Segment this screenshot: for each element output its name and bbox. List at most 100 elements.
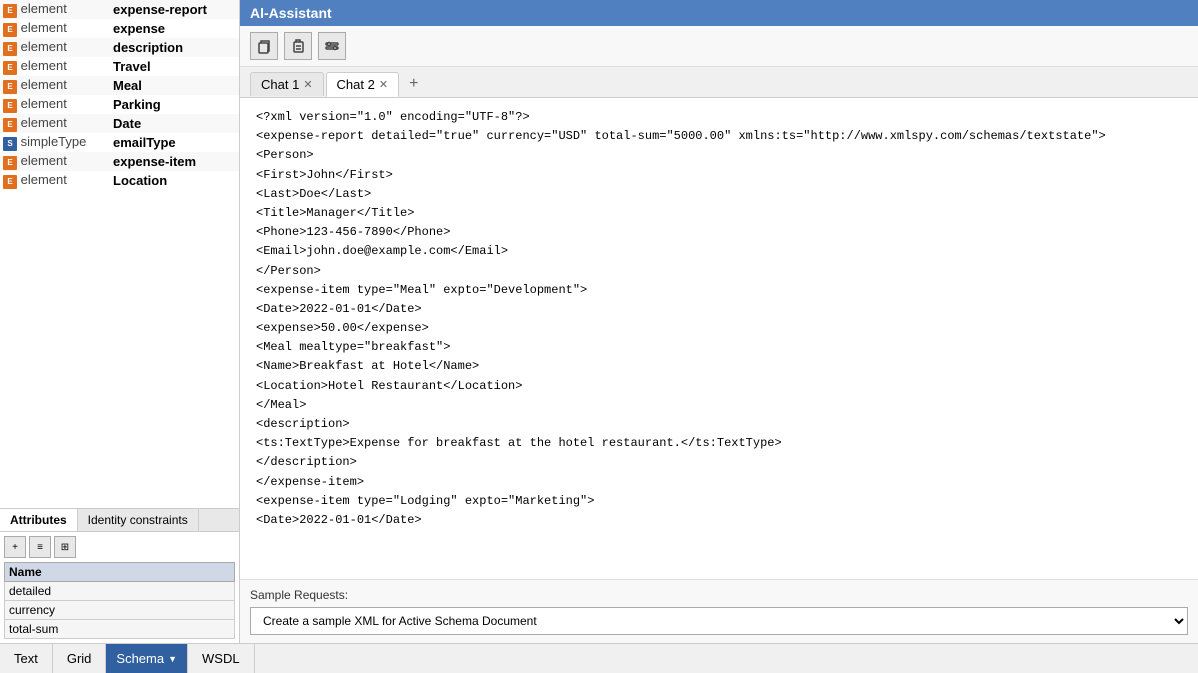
tab-text[interactable]: Text [0,644,53,673]
tree-row[interactable]: E elementexpense-report [0,0,239,19]
xml-line: <Meal mealtype="breakfast"> [256,338,1182,357]
schema-button[interactable]: Schema ▼ [106,644,187,673]
node-icon: S [3,134,17,149]
copy-icon[interactable] [250,32,278,60]
node-icon: E [3,58,17,73]
tree-row-name: expense-item [110,152,239,171]
node-icon: E [3,77,17,92]
tree-row[interactable]: E elementexpense [0,19,239,38]
bottom-tabs: Attributes Identity constraints + ≡ ⊞ Na… [0,508,239,643]
tree-row[interactable]: E elementLocation [0,171,239,190]
tab-chat-1[interactable]: Chat 1 ✕ [250,72,324,96]
sample-requests-label: Sample Requests: [250,588,1188,602]
bottom-tab-headers: Attributes Identity constraints [0,509,239,532]
ai-title: Al-Assistant [250,5,332,21]
xml-line: <ts:TextType>Expense for breakfast at th… [256,434,1182,453]
node-icon: E [3,1,17,16]
xml-line: <expense-report detailed="true" currency… [256,127,1182,146]
xml-line: <Phone>123-456-7890</Phone> [256,223,1182,242]
element-icon: E [3,118,17,132]
xml-line: </expense-item> [256,473,1182,492]
xml-line: </description> [256,453,1182,472]
sample-requests-select[interactable]: Create a sample XML for Active Schema Do… [250,607,1188,635]
node-icon: E [3,96,17,111]
xml-line: <First>John</First> [256,166,1182,185]
ai-content[interactable]: <?xml version="1.0" encoding="UTF-8"?><e… [240,98,1198,579]
tree-row-name: emailType [110,133,239,152]
attr-list-btn[interactable]: ≡ [29,536,51,558]
ai-tabs: Chat 1 ✕ Chat 2 ✕ + [240,67,1198,98]
attr-row-name: total-sum [5,620,235,639]
tree-row[interactable]: E elementexpense-item [0,152,239,171]
node-icon: E [3,153,17,168]
node-icon: E [3,20,17,35]
xml-line: <Name>Breakfast at Hotel</Name> [256,357,1182,376]
xml-line: <expense>50.00</expense> [256,319,1182,338]
ai-toolbar [240,26,1198,67]
tab-chat-2-label: Chat 2 [337,77,375,92]
element-icon: E [3,23,17,37]
tree-table: E elementexpense-reportE elementexpenseE… [0,0,239,190]
tree-row[interactable]: E elementdescription [0,38,239,57]
tree-row[interactable]: E elementParking [0,95,239,114]
attr-section: + ≡ ⊞ Name detailedcurrencytotal-sum [0,532,239,643]
element-icon: E [3,42,17,56]
tab-chat-1-close[interactable]: ✕ [303,78,312,91]
tree-row-name: Travel [110,57,239,76]
schema-arrow-icon: ▼ [168,654,177,664]
attr-row: detailed [5,582,235,601]
left-panel: E elementexpense-reportE elementexpenseE… [0,0,240,643]
tree-row[interactable]: E elementMeal [0,76,239,95]
tab-schema[interactable]: Schema ▼ [106,644,188,673]
ai-footer: Sample Requests: Create a sample XML for… [240,579,1198,643]
xml-line: <Email>john.doe@example.com</Email> [256,242,1182,261]
tree-row[interactable]: E elementDate [0,114,239,133]
attr-add-btn[interactable]: + [4,536,26,558]
xml-line: <Person> [256,146,1182,165]
xml-line: <expense-item type="Meal" expto="Develop… [256,281,1182,300]
attr-table: Name detailedcurrencytotal-sum [4,562,235,639]
tree-row[interactable]: S simpleTypeemailType [0,133,239,152]
tree-row[interactable]: E elementTravel [0,57,239,76]
element-icon: E [3,156,17,170]
tree-row-name: Date [110,114,239,133]
tree-row-name: Meal [110,76,239,95]
tab-wsdl[interactable]: WSDL [188,644,255,673]
tab-add-button[interactable]: + [401,71,426,97]
attr-col-name: Name [5,563,235,582]
bottom-bar: Text Grid Schema ▼ WSDL [0,643,1198,673]
xml-line: </Person> [256,262,1182,281]
tab-identity-constraints[interactable]: Identity constraints [78,509,199,531]
paste-icon[interactable] [284,32,312,60]
tree-row-name: description [110,38,239,57]
tab-chat-2-close[interactable]: ✕ [379,78,388,91]
xml-line: <Last>Doe</Last> [256,185,1182,204]
xml-line: <Date>2022-01-01</Date> [256,511,1182,530]
settings-icon[interactable] [318,32,346,60]
xml-line: <Title>Manager</Title> [256,204,1182,223]
attr-row-name: detailed [5,582,235,601]
xml-line: <Location>Hotel Restaurant</Location> [256,377,1182,396]
tab-grid[interactable]: Grid [53,644,107,673]
main-layout: E elementexpense-reportE elementexpenseE… [0,0,1198,643]
element-icon: E [3,61,17,75]
tab-chat-1-label: Chat 1 [261,77,299,92]
node-icon: E [3,172,17,187]
attr-toolbar: + ≡ ⊞ [4,536,235,558]
tab-attributes[interactable]: Attributes [0,509,78,531]
attr-row: currency [5,601,235,620]
xml-line: <?xml version="1.0" encoding="UTF-8"?> [256,108,1182,127]
element-icon: E [3,4,17,18]
right-panel: Al-Assistant [240,0,1198,643]
attr-row: total-sum [5,620,235,639]
node-icon: E [3,115,17,130]
tree-section: E elementexpense-reportE elementexpenseE… [0,0,239,508]
xml-line: <expense-item type="Lodging" expto="Mark… [256,492,1182,511]
xml-line: <Date>2022-01-01</Date> [256,300,1182,319]
simpletype-icon: S [3,137,17,151]
attr-table-btn[interactable]: ⊞ [54,536,76,558]
tree-row-name: expense-report [110,0,239,19]
tab-chat-2[interactable]: Chat 2 ✕ [326,72,400,97]
tree-row-name: Location [110,171,239,190]
element-icon: E [3,175,17,189]
